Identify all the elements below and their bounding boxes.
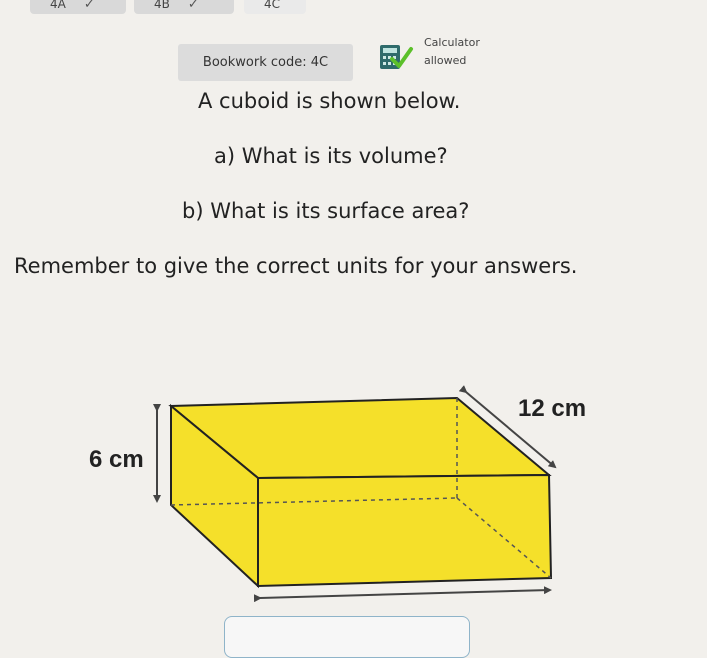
length-label: 12 cm — [518, 395, 586, 422]
width-arrow — [253, 586, 552, 603]
height-label: 6 cm — [89, 446, 144, 473]
answer-input-box[interactable] — [224, 616, 470, 658]
cuboid-diagram: 6 cm 12 cm — [89, 385, 586, 603]
cuboid-front-face — [257, 473, 553, 588]
